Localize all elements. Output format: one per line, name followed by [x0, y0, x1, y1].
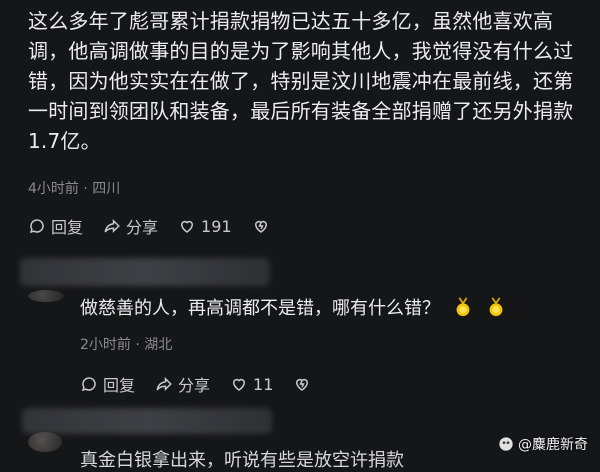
avatar[interactable] — [28, 432, 62, 452]
medal-icon — [456, 297, 470, 317]
comment-1-text: 这么多年了彪哥累计捐款捐物已达五十多亿，虽然他喜欢高 调，他高调做事的目的是为了… — [28, 6, 588, 156]
blurred-username — [20, 258, 270, 286]
watermark: @麋鹿新奇 — [498, 434, 588, 454]
share-icon — [156, 376, 172, 392]
comment-1-line: 错，因为他实实在在做了，特别是汶川地震冲在最前线，还第 — [28, 69, 574, 93]
comment-2-meta: 2小时前 · 湖北 — [80, 337, 173, 353]
comment-1-meta: 4小时前 · 四川 — [28, 181, 121, 197]
watermark-logo-icon — [499, 437, 513, 451]
share-icon — [104, 218, 120, 234]
comment-2-reply-button[interactable]: 回复 — [80, 372, 135, 396]
dislike-icon — [254, 220, 267, 233]
comment-2-dislike-button[interactable] — [293, 375, 311, 393]
comment-2-text: 做慈善的人，再高调都不是错，哪有什么错？ — [80, 296, 507, 322]
avatar[interactable] — [28, 290, 64, 302]
comment-1-line: 调，他高调做事的目的是为了影响其他人，我觉得没有什么过 — [28, 39, 574, 63]
comment-2-like-button[interactable]: 11 — [230, 375, 273, 394]
medal-icon — [490, 297, 503, 317]
watermark-text: @麋鹿新奇 — [518, 437, 588, 453]
comment-1-line: 1.7亿。 — [28, 129, 101, 153]
reply-label: 回复 — [51, 218, 84, 237]
like-icon — [181, 220, 194, 233]
comment-2-actions: 回复 分享 11 — [80, 372, 311, 396]
blurred-username — [22, 408, 272, 434]
comment-2-share-button[interactable]: 分享 — [155, 372, 210, 396]
reply-icon — [81, 377, 96, 392]
comment-1-dislike-button[interactable] — [252, 217, 270, 235]
like-icon — [233, 378, 246, 391]
comment-2-body: 做慈善的人，再高调都不是错，哪有什么错？ — [80, 298, 440, 319]
reply-icon — [29, 219, 44, 234]
comment-1-like-button[interactable]: 191 — [178, 217, 232, 236]
comment-1-line: 这么多年了彪哥累计捐款捐物已达五十多亿，虽然他喜欢高 — [28, 9, 554, 33]
comment-1-share-button[interactable]: 分享 — [103, 214, 158, 238]
reply-label: 回复 — [103, 376, 136, 395]
comment-1-reply-button[interactable]: 回复 — [28, 214, 83, 238]
like-count: 191 — [201, 216, 232, 236]
share-label: 分享 — [126, 218, 159, 237]
comment-3-partial-text: 真金白银拿出来，听说有些是放空许捐款 — [80, 450, 404, 471]
like-count: 11 — [253, 374, 274, 394]
comment-1-line: 一时间到领团队和装备，最后所有装备全部捐赠了还另外捐款 — [28, 99, 574, 123]
comment-1-actions: 回复 分享 191 — [28, 214, 270, 238]
dislike-icon — [296, 378, 309, 391]
share-label: 分享 — [178, 376, 211, 395]
